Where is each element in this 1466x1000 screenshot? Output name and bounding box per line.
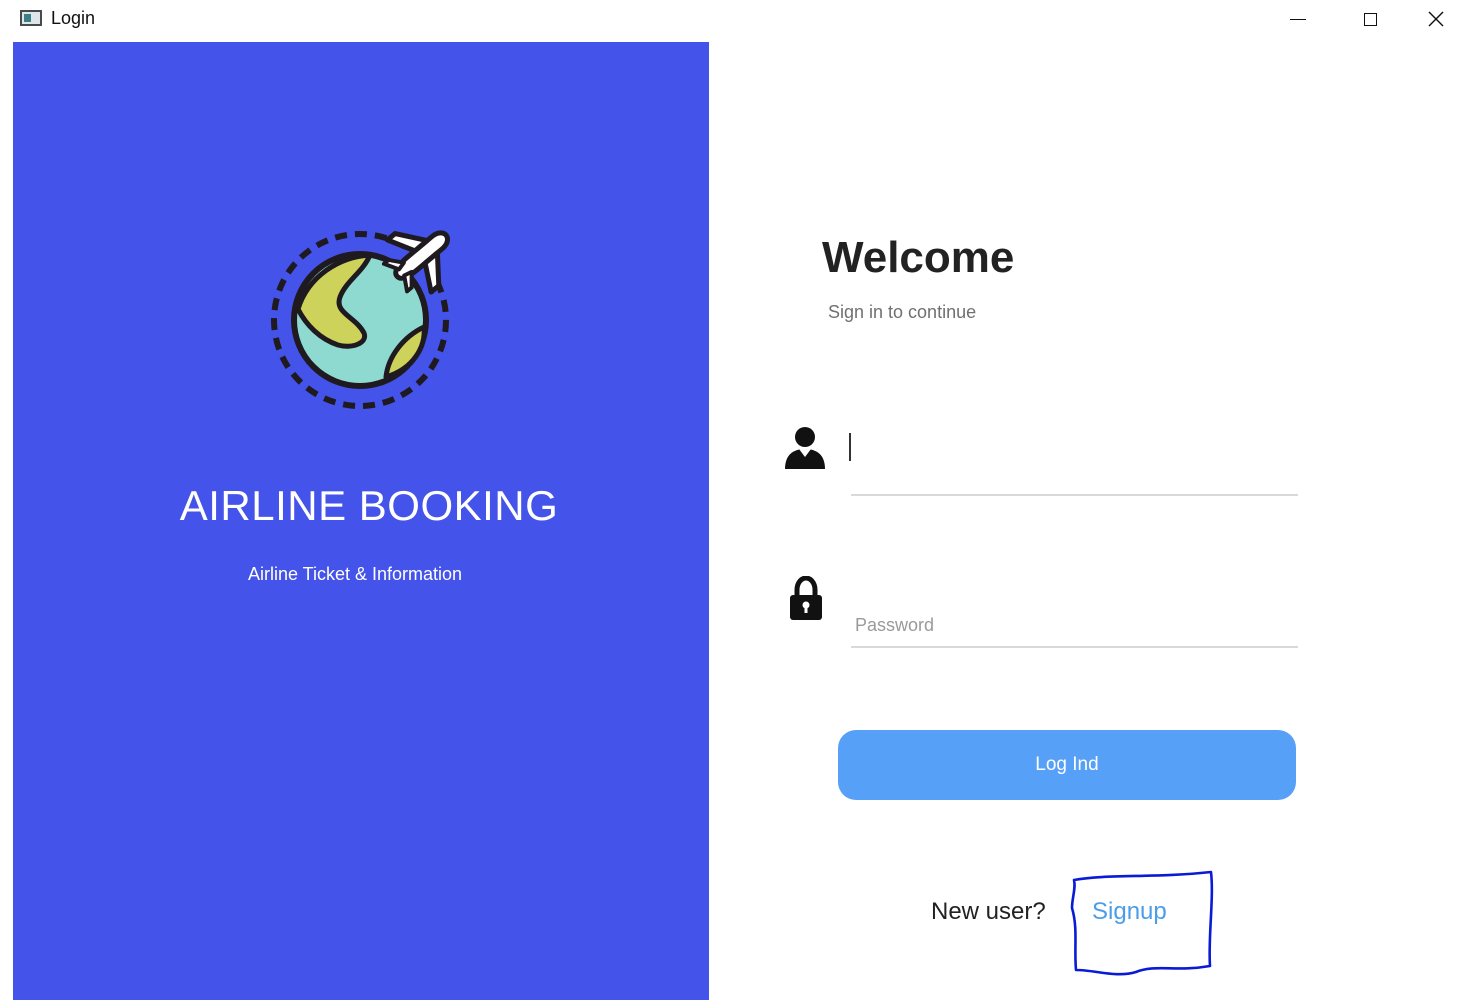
- welcome-heading: Welcome: [822, 233, 1015, 282]
- close-icon: [1428, 11, 1444, 27]
- username-input[interactable]: [851, 452, 1298, 496]
- app-subtitle: Airline Ticket & Information: [247, 564, 463, 584]
- maximize-icon: [1363, 12, 1377, 26]
- minimize-button[interactable]: [1262, 0, 1334, 38]
- lock-icon: [790, 576, 822, 620]
- text-cursor: [849, 433, 851, 461]
- new-user-prompt: New user?: [931, 898, 1046, 925]
- minimize-icon: [1290, 18, 1306, 20]
- hand-drawn-highlight-box: [1070, 870, 1214, 976]
- user-icon: [785, 427, 825, 469]
- login-window: Login AIRLINE BOOKING Airline Ticket & I…: [0, 0, 1466, 1000]
- close-button[interactable]: [1406, 0, 1466, 38]
- globe-airplane-icon: [271, 230, 450, 409]
- welcome-subheading: Sign in to continue: [828, 302, 977, 322]
- brand-panel: AIRLINE BOOKING Airline Ticket & Informa…: [13, 42, 709, 1000]
- login-button[interactable]: Log Ind: [838, 730, 1296, 800]
- title-bar: Login: [0, 0, 1466, 38]
- password-input[interactable]: [851, 604, 1298, 648]
- window-title: Login: [51, 8, 96, 28]
- maximize-button[interactable]: [1334, 0, 1406, 38]
- app-window-icon: [20, 10, 42, 26]
- app-title: AIRLINE BOOKING: [179, 482, 559, 529]
